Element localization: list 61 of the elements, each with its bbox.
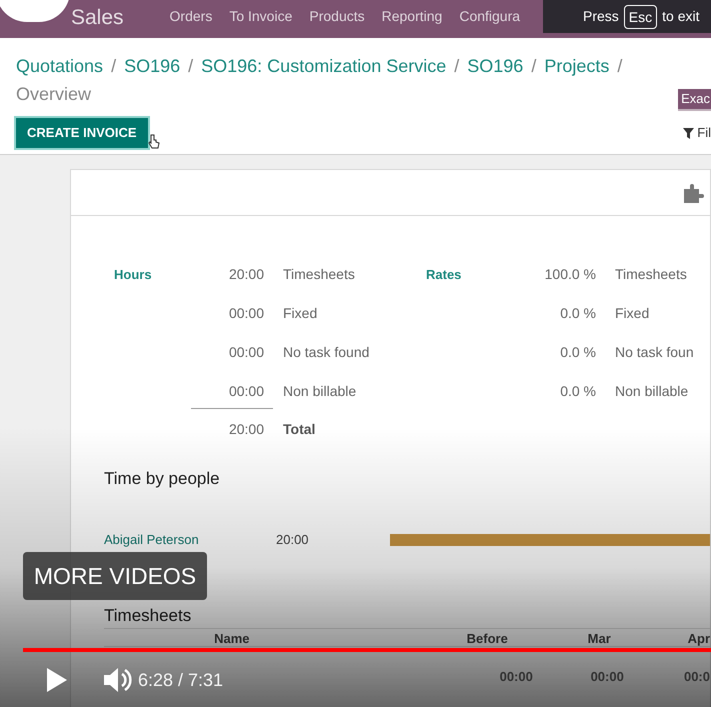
section-title: Time by people (104, 468, 221, 490)
section-title: Timesheets (104, 604, 192, 626)
menu-item[interactable]: Orders (170, 9, 212, 23)
total-label: Total (282, 420, 316, 438)
menu-item[interactable]: Reporting (382, 9, 442, 23)
menu-item[interactable]: Configura (459, 9, 520, 23)
breadcrumb-separator: / (454, 55, 460, 78)
table-cell-text: 00:0 (682, 668, 710, 686)
hours-value: 00:00 (228, 304, 264, 323)
play-icon[interactable] (46, 667, 68, 693)
breadcrumb-link[interactable]: SO196 (124, 52, 180, 80)
volume-icon[interactable] (103, 666, 133, 694)
app-name: Sales (71, 7, 124, 28)
hours-value: 20:00 (228, 265, 264, 284)
breadcrumb-separator: / (111, 55, 116, 78)
rate-category: No task foun (614, 343, 694, 362)
filter-button[interactable]: Fil (697, 123, 711, 143)
column-header: Apr (686, 630, 710, 648)
hours-category: Timesheets (282, 265, 356, 284)
rates-label: Rates (426, 267, 462, 282)
person-name[interactable]: Abigail Peterson (104, 532, 199, 546)
rate-value: 0.0 % (559, 343, 596, 362)
exit-hint-text: Press (583, 7, 619, 26)
breadcrumb-link[interactable]: Quotations (16, 52, 104, 80)
breadcrumb-link[interactable]: SO196: Customization Service (201, 52, 446, 80)
rate-category: Timesheets (614, 265, 687, 284)
hours-label: Hours (114, 267, 152, 282)
rate-value: 0.0 % (559, 382, 596, 401)
more-videos-button[interactable]: MORE VIDEOS (23, 552, 207, 600)
column-header: Name (213, 630, 251, 648)
column-header: Mar (586, 630, 612, 648)
esc-key: Esc (624, 4, 658, 28)
rate-value: 100.0 % (544, 265, 596, 284)
exit-hint-text: to exit (662, 7, 700, 26)
breadcrumb-link[interactable]: SO196 (467, 52, 524, 80)
time-display: 6:28 / 7:31 (138, 668, 224, 692)
create-invoice-button[interactable]: CREATE INVOICE (14, 116, 150, 150)
rate-value: 0.0 % (559, 304, 596, 323)
column-header: Before (466, 630, 509, 648)
rate-category: Non billable (614, 382, 688, 401)
pointer-cursor-icon (148, 134, 160, 150)
breadcrumb-separator: / (188, 55, 194, 78)
table-cell-text: 00:00 (498, 668, 533, 686)
rate-category: Fixed (614, 304, 650, 323)
table-cell-text: 00:00 (590, 668, 624, 686)
total-hours: 20:00 (191, 408, 273, 440)
breadcrumb-current[interactable]: Overview (16, 80, 92, 108)
menu-item[interactable]: To Invoice (229, 9, 292, 23)
hours-value: 00:00 (228, 382, 264, 401)
breadcrumb-separator: / (617, 55, 622, 78)
hours-category: No task found (282, 343, 370, 362)
person-time: 20:00 (276, 530, 310, 549)
hours-category: Fixed (282, 304, 318, 323)
side-button[interactable]: Exac (678, 89, 711, 111)
hours-value: 00:00 (228, 343, 264, 362)
menu-item[interactable]: Products (309, 9, 365, 23)
breadcrumb-separator: / (531, 55, 536, 78)
puzzle-icon (684, 182, 706, 202)
filter-icon (683, 128, 694, 138)
hours-category: Non billable (282, 382, 358, 401)
breadcrumb-link[interactable]: Projects (544, 52, 610, 80)
